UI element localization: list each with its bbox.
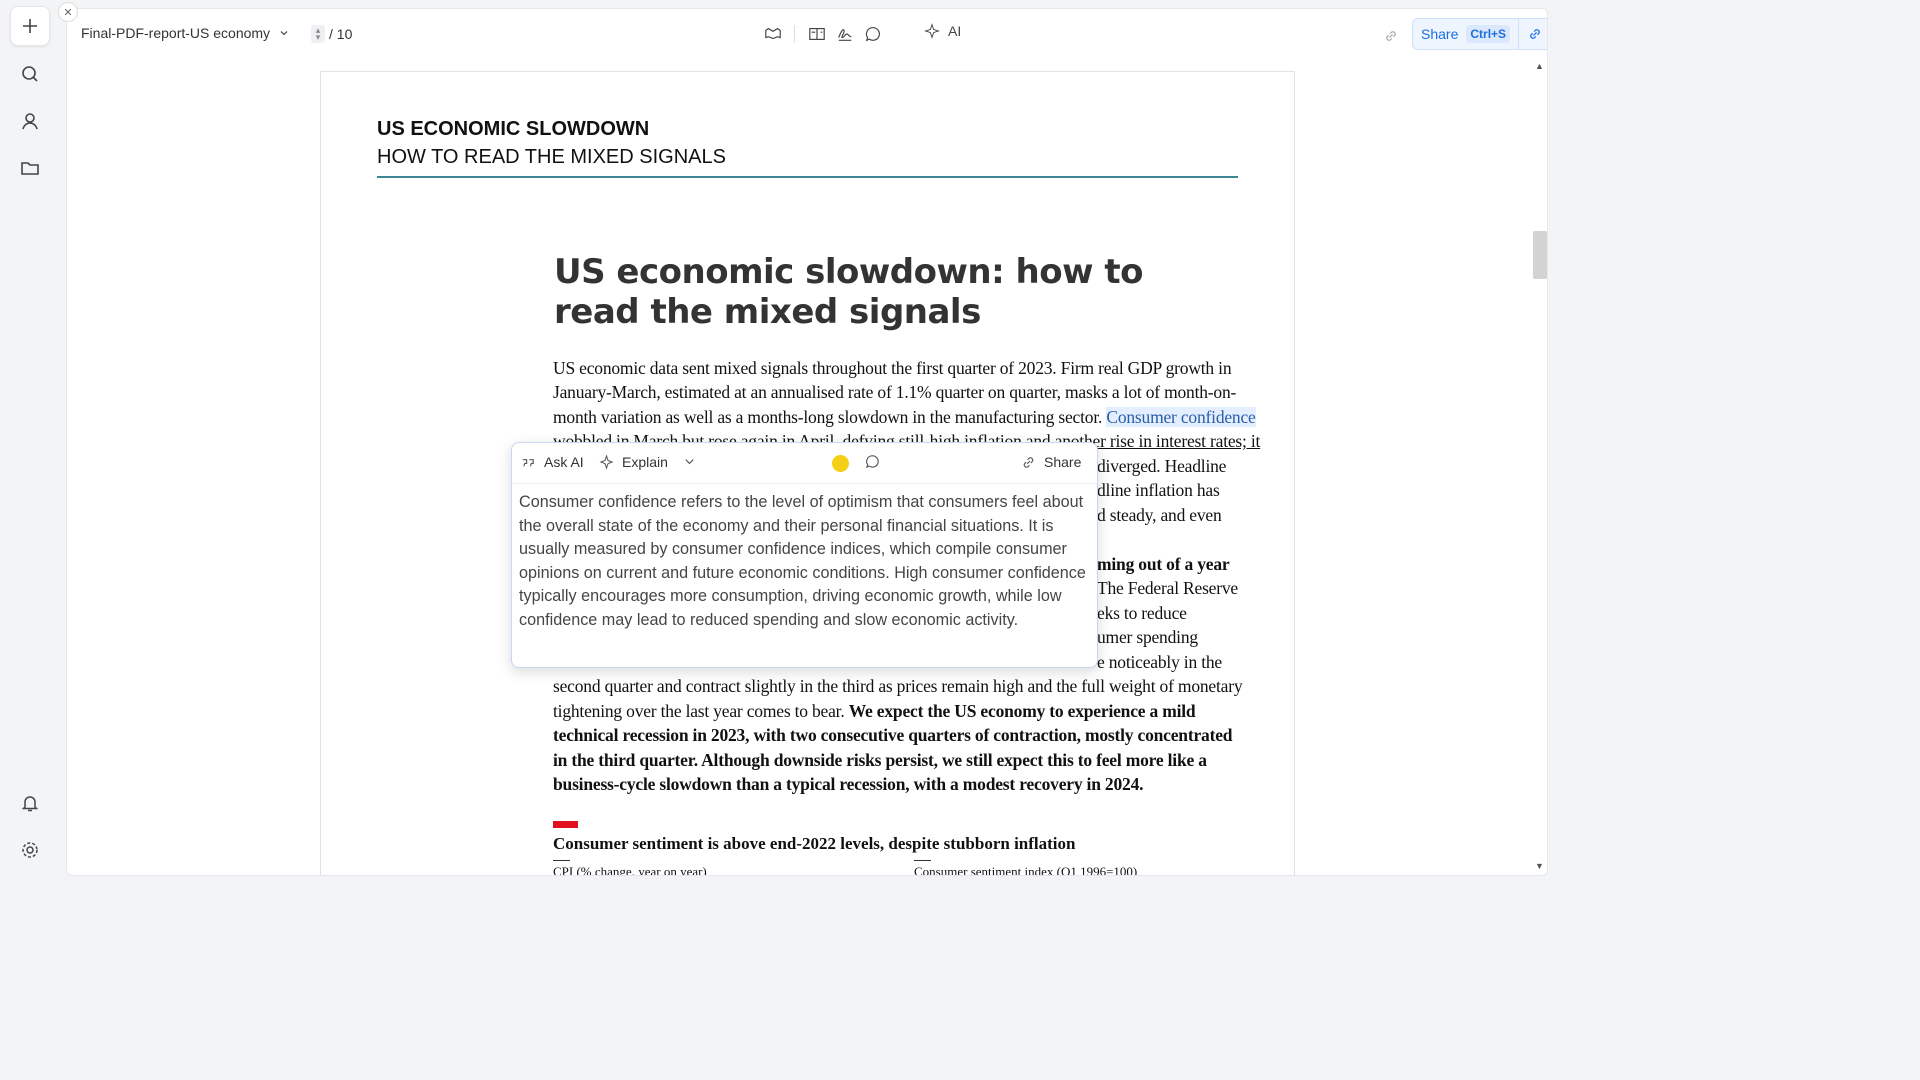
body-line-fragment: The Federal Reserve [1097, 578, 1238, 598]
link-icon [1530, 29, 1540, 39]
article-title: US economic slowdown: how to read the mi… [554, 252, 1143, 332]
page-total: / 10 [329, 26, 353, 42]
copy-link-button[interactable] [1519, 19, 1547, 49]
scroll-up-arrow[interactable]: ▲ [1535, 61, 1544, 71]
book-open-icon [765, 27, 781, 40]
comment-icon [865, 455, 879, 469]
chart-left-label: CPI (% change, year on year) [553, 864, 707, 876]
header-rule [377, 176, 1238, 178]
ai-explain-popup: Ask AI Explain Share Consumer confidence… [511, 442, 1098, 668]
gear-icon [22, 842, 38, 858]
folder-icon [21, 162, 39, 175]
bold-line: in the third quarter. Although downside … [553, 750, 1207, 770]
body-line-fragment: ming out of a year [1097, 554, 1230, 574]
sign-button[interactable] [834, 23, 856, 45]
share-button[interactable]: Share Ctrl+S [1413, 19, 1520, 49]
left-rail [0, 0, 64, 882]
account-button[interactable] [10, 101, 50, 141]
sparkle-icon [599, 454, 614, 470]
body-line-text: tightening over the last year comes to b… [553, 701, 845, 721]
scroll-thumb[interactable] [1533, 231, 1547, 279]
ai-button[interactable]: AI [924, 23, 961, 39]
body-line: tightening over the last year comes to b… [553, 701, 1243, 722]
chart-right-label: Consumer sentiment index (Q1 1996=100) [914, 864, 1138, 876]
popup-toolbar: Ask AI Explain Share [512, 443, 1097, 484]
popup-share-button[interactable]: Share [1021, 454, 1081, 470]
quote-icon [522, 458, 534, 466]
body-line: month variation as well as a months-long… [553, 407, 1256, 428]
ask-ai-button[interactable]: Ask AI [521, 454, 584, 470]
highlight-color-button[interactable] [832, 455, 849, 472]
comment-icon [865, 27, 880, 42]
bold-line: business-cycle slowdown than a typical r… [553, 774, 1144, 794]
files-button[interactable] [10, 148, 50, 188]
explain-button[interactable]: Explain [599, 454, 668, 470]
search-icon [22, 66, 38, 82]
ai-label: AI [948, 23, 962, 39]
page-stepper[interactable]: ▴ ▾ [311, 25, 325, 43]
body-line: US economic data sent mixed signals thro… [553, 358, 1232, 378]
body-line-text: month variation as well as a months-long… [553, 407, 1103, 427]
chevron-down-icon [280, 31, 288, 36]
bold-line: technical recession in 2023, with two co… [553, 725, 1233, 745]
popup-share-label: Share [1044, 454, 1082, 470]
chart-label-rule [553, 860, 570, 861]
page-navigator: ▴ ▾ / 10 [311, 25, 352, 43]
body-line-fragment: diverged. Headline [1097, 456, 1227, 476]
translate-button[interactable] [806, 23, 828, 45]
comment-button[interactable] [862, 23, 884, 45]
notifications-button[interactable] [10, 783, 50, 823]
toolbar-divider [794, 25, 795, 43]
bold-sentence: We expect the US economy to experience a… [848, 701, 1196, 721]
vertical-scrollbar[interactable]: ▲ ▼ [1533, 59, 1547, 875]
body-line: second quarter and contract slightly in … [553, 676, 1243, 696]
translate-icon [809, 28, 825, 40]
share-button-group: Share Ctrl+S [1412, 18, 1547, 50]
user-icon [22, 113, 38, 130]
popup-comment-button[interactable] [865, 454, 880, 469]
search-button[interactable] [10, 54, 50, 94]
body-line: January-March, estimated at an annualise… [553, 382, 1237, 402]
plus-icon [23, 19, 37, 33]
chart-label-rule [914, 860, 931, 861]
new-button[interactable] [10, 6, 50, 46]
document-title: Final-PDF-report-US economy [81, 25, 271, 41]
chart-title: Consumer sentiment is above end-2022 lev… [553, 834, 1076, 853]
bell-icon [21, 796, 39, 812]
explanation-text: Consumer confidence refers to the level … [519, 493, 1086, 629]
signature-icon [838, 29, 852, 41]
link-icon[interactable] [1383, 28, 1399, 44]
explain-label: Explain [622, 454, 668, 470]
share-label: Share [1421, 26, 1459, 42]
chart-marker [553, 821, 578, 828]
header-title: US ECONOMIC SLOWDOWN [377, 118, 650, 140]
highlighted-phrase[interactable]: Consumer confidence [1106, 407, 1256, 427]
settings-button[interactable] [10, 830, 50, 870]
body-line-fragment: dline inflation has [1097, 480, 1220, 500]
link-icon [1023, 456, 1034, 468]
body-line-fragment: umer spending [1097, 627, 1198, 647]
body-line-fragment: eks to reduce [1097, 603, 1187, 623]
chevron-down-icon [685, 459, 694, 465]
ask-ai-label: Ask AI [544, 454, 584, 470]
header-subtitle: HOW TO READ THE MIXED SIGNALS [377, 146, 726, 168]
explain-dropdown[interactable] [682, 454, 697, 469]
share-shortcut: Ctrl+S [1466, 25, 1511, 43]
close-tab-button[interactable]: ✕ [58, 2, 78, 22]
body-line-fragment: d steady, and even [1097, 505, 1222, 525]
read-mode-button[interactable] [762, 23, 784, 45]
scroll-down-arrow[interactable]: ▼ [1535, 861, 1544, 871]
body-line-fragment: e noticeably in the [1097, 652, 1222, 672]
toolbar: Final-PDF-report-US economy ▴ ▾ / 10 AI S… [67, 9, 1547, 59]
document-title-menu[interactable]: Final-PDF-report-US economy [81, 25, 290, 41]
sparkle-icon [924, 23, 940, 39]
